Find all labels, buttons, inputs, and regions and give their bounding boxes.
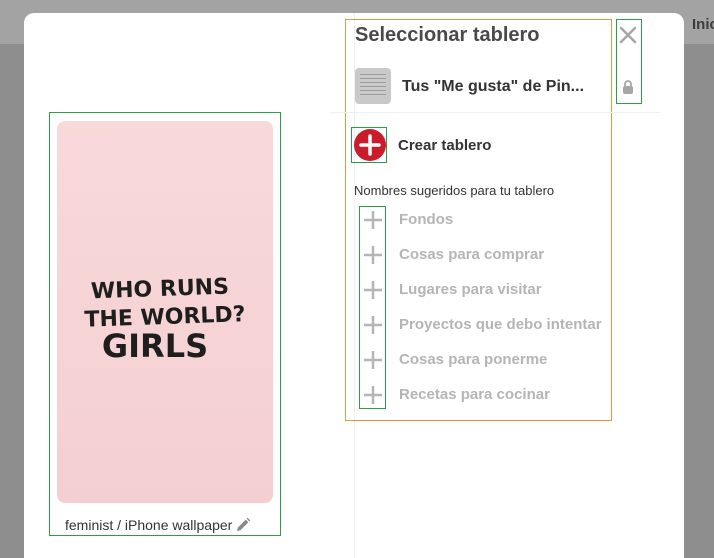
backdrop-header-label[interactable]: Inic — [692, 16, 714, 33]
suggestion-label: Recetas para cocinar — [399, 386, 550, 403]
panel-title: Seleccionar tablero — [355, 24, 540, 46]
saved-board-thumbnail[interactable] — [355, 68, 391, 104]
suggestion-item-recetas[interactable]: Recetas para cocinar — [360, 379, 640, 414]
thumbnail-text-lines — [360, 74, 386, 98]
plus-icon — [363, 280, 383, 300]
lock-icon — [622, 80, 634, 94]
suggestion-label: Proyectos que debo intentar — [399, 316, 602, 333]
suggestion-item-cosas-para-comprar[interactable]: Cosas para comprar — [360, 239, 640, 274]
suggestions-heading: Nombres sugeridos para tu tablero — [354, 183, 555, 198]
plus-icon — [363, 315, 383, 335]
pin-caption: feminist / iPhone wallpaper — [65, 517, 233, 533]
suggestion-item-cosas-para-ponerme[interactable]: Cosas para ponerme — [360, 344, 640, 379]
saved-board-label[interactable]: Tus "Me gusta" de Pin... — [402, 78, 592, 96]
close-icon[interactable] — [619, 26, 637, 44]
pin-image-line-3: GIRLS — [102, 327, 208, 365]
suggestion-label: Cosas para ponerme — [399, 351, 548, 368]
pin-image: WHO RUNS THE WORLD? GIRLS — [57, 121, 273, 503]
suggestion-item-proyectos[interactable]: Proyectos que debo intentar — [360, 309, 640, 344]
section-divider — [331, 112, 660, 113]
suggestion-item-fondos[interactable]: Fondos — [360, 204, 640, 239]
plus-icon — [363, 245, 383, 265]
pencil-icon[interactable] — [235, 517, 251, 533]
create-board-plus-icon[interactable] — [354, 129, 386, 161]
plus-icon — [363, 350, 383, 370]
create-board-button[interactable]: Crear tablero — [398, 137, 491, 154]
plus-icon — [363, 385, 383, 405]
suggestion-label: Lugares para visitar — [399, 281, 542, 298]
plus-icon — [363, 210, 383, 230]
pin-image-line-1: WHO RUNS — [90, 275, 229, 305]
suggestion-label: Cosas para comprar — [399, 246, 545, 263]
suggestion-label: Fondos — [399, 211, 454, 228]
suggestion-item-lugares-para-visitar[interactable]: Lugares para visitar — [360, 274, 640, 309]
